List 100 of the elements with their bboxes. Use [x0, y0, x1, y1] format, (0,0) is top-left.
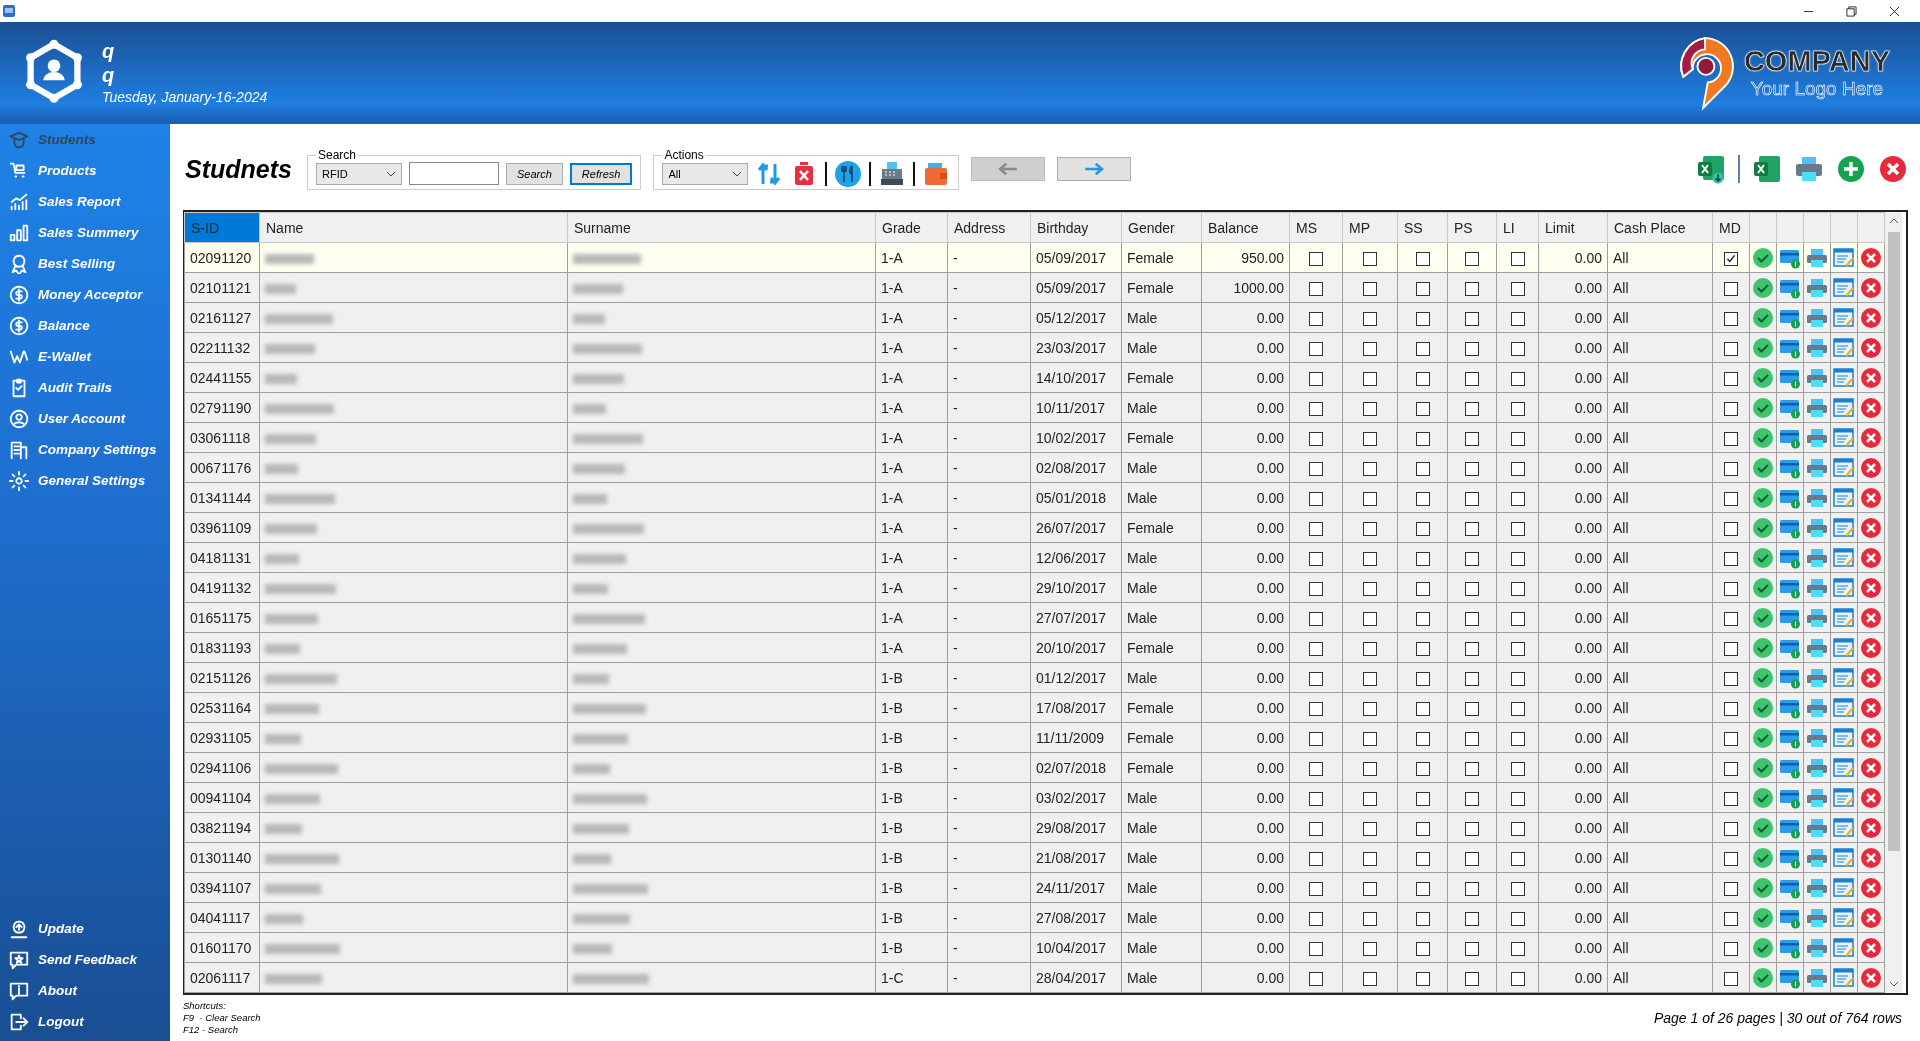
- column-header[interactable]: Gender: [1121, 212, 1202, 243]
- delete-icon[interactable]: [1860, 966, 1882, 989]
- checkbox[interactable]: [1724, 791, 1738, 806]
- printer-icon[interactable]: [1806, 516, 1828, 539]
- checkbox[interactable]: [1510, 731, 1525, 746]
- checkbox[interactable]: [1415, 701, 1430, 716]
- checkbox[interactable]: [1465, 581, 1479, 596]
- checkbox[interactable]: [1724, 851, 1738, 866]
- checkbox[interactable]: [1415, 911, 1430, 926]
- sidebar-item[interactable]: Audit Trails: [8, 372, 170, 403]
- edit-note-icon[interactable]: [1833, 816, 1855, 839]
- checkbox[interactable]: [1465, 701, 1479, 716]
- edit-note-icon[interactable]: [1833, 546, 1855, 569]
- checkbox[interactable]: [1510, 971, 1525, 986]
- checkbox[interactable]: [1724, 281, 1738, 296]
- delete-icon[interactable]: [1860, 306, 1882, 329]
- checkbox[interactable]: [1363, 611, 1377, 626]
- checkbox[interactable]: [1724, 821, 1738, 836]
- confirm-icon[interactable]: [1752, 666, 1774, 689]
- checkbox[interactable]: [1510, 881, 1525, 896]
- delete-icon[interactable]: [1860, 786, 1882, 809]
- column-header[interactable]: Balance: [1201, 212, 1290, 243]
- sidebar-item[interactable]: E-Wallet: [8, 341, 170, 372]
- checkbox[interactable]: [1724, 911, 1738, 926]
- printer-icon[interactable]: [1806, 816, 1828, 839]
- checkbox[interactable]: [1309, 941, 1323, 956]
- checkbox[interactable]: [1415, 251, 1430, 266]
- checkbox[interactable]: [1724, 521, 1738, 536]
- checkbox[interactable]: [1309, 251, 1323, 266]
- confirm-icon[interactable]: [1752, 636, 1774, 659]
- confirm-icon[interactable]: [1752, 306, 1774, 329]
- checkbox[interactable]: [1724, 611, 1738, 626]
- checkbox[interactable]: [1309, 761, 1323, 776]
- checkbox[interactable]: [1415, 821, 1430, 836]
- printer-icon[interactable]: [1806, 696, 1828, 719]
- checkbox[interactable]: [1309, 521, 1323, 536]
- checkbox[interactable]: [1724, 731, 1738, 746]
- checkbox[interactable]: [1415, 611, 1430, 626]
- scroll-down-icon[interactable]: [1888, 981, 1899, 987]
- sidebar-item[interactable]: Company Settings: [8, 434, 170, 465]
- edit-note-icon[interactable]: [1833, 486, 1855, 509]
- column-header[interactable]: LI: [1496, 212, 1539, 243]
- confirm-icon[interactable]: [1752, 276, 1774, 299]
- checkbox[interactable]: [1309, 911, 1323, 926]
- checkbox[interactable]: [1415, 341, 1430, 356]
- printer-icon[interactable]: [1806, 306, 1828, 329]
- confirm-icon[interactable]: [1752, 396, 1774, 419]
- checkbox[interactable]: [1309, 731, 1323, 746]
- delete-icon[interactable]: [1860, 426, 1882, 449]
- checkbox[interactable]: [1415, 881, 1430, 896]
- printer-icon[interactable]: [1806, 606, 1828, 629]
- checkbox[interactable]: [1309, 551, 1323, 566]
- confirm-icon[interactable]: [1752, 246, 1774, 269]
- printer-icon[interactable]: [1806, 366, 1828, 389]
- delete-icon[interactable]: [1860, 666, 1882, 689]
- checkbox[interactable]: [1724, 941, 1738, 956]
- checkbox[interactable]: [1465, 251, 1479, 266]
- checkbox[interactable]: [1510, 551, 1525, 566]
- checkbox[interactable]: [1510, 761, 1525, 776]
- checkbox[interactable]: [1465, 281, 1479, 296]
- checkbox[interactable]: [1415, 851, 1430, 866]
- checkbox[interactable]: [1465, 521, 1479, 536]
- checkbox[interactable]: [1309, 461, 1323, 476]
- checkbox[interactable]: [1724, 341, 1738, 356]
- edit-note-icon[interactable]: [1833, 366, 1855, 389]
- toolbar-button[interactable]: Search: [506, 162, 563, 185]
- checkbox[interactable]: [1363, 581, 1377, 596]
- checkbox[interactable]: [1465, 341, 1479, 356]
- filter-dropdown[interactable]: RFID: [316, 162, 402, 185]
- add-icon[interactable]: [1836, 154, 1866, 184]
- checkbox[interactable]: [1724, 431, 1738, 446]
- checkbox[interactable]: [1465, 311, 1479, 326]
- checkbox[interactable]: [1415, 971, 1430, 986]
- checkbox[interactable]: [1510, 371, 1525, 386]
- checkbox[interactable]: [1309, 341, 1323, 356]
- checkbox[interactable]: [1510, 461, 1525, 476]
- sidebar-item[interactable]: Logout: [8, 1006, 170, 1037]
- checkbox[interactable]: [1363, 671, 1377, 686]
- confirm-icon[interactable]: [1752, 576, 1774, 599]
- printer-icon[interactable]: [1806, 936, 1828, 959]
- column-header[interactable]: Birthday: [1030, 212, 1122, 243]
- excel-icon[interactable]: [1752, 154, 1782, 184]
- delete-icon[interactable]: [1860, 846, 1882, 869]
- filter-dropdown[interactable]: All: [662, 162, 749, 185]
- checkbox[interactable]: [1363, 371, 1377, 386]
- checkbox[interactable]: [1309, 821, 1323, 836]
- checkbox[interactable]: [1724, 671, 1738, 686]
- delete-icon[interactable]: [1860, 726, 1882, 749]
- delete-icon[interactable]: [1860, 396, 1882, 419]
- sidebar-item[interactable]: Sales Report: [8, 186, 170, 217]
- edit-note-icon[interactable]: [1833, 516, 1855, 539]
- sidebar-item[interactable]: Products: [8, 155, 170, 186]
- checkbox[interactable]: [1309, 791, 1323, 806]
- printer-icon[interactable]: [1806, 576, 1828, 599]
- checkbox[interactable]: [1465, 941, 1479, 956]
- confirm-icon[interactable]: [1752, 606, 1774, 629]
- column-header[interactable]: Limit: [1538, 212, 1608, 243]
- confirm-icon[interactable]: [1752, 516, 1774, 539]
- printer-icon[interactable]: [1806, 546, 1828, 569]
- checkbox[interactable]: [1363, 701, 1377, 716]
